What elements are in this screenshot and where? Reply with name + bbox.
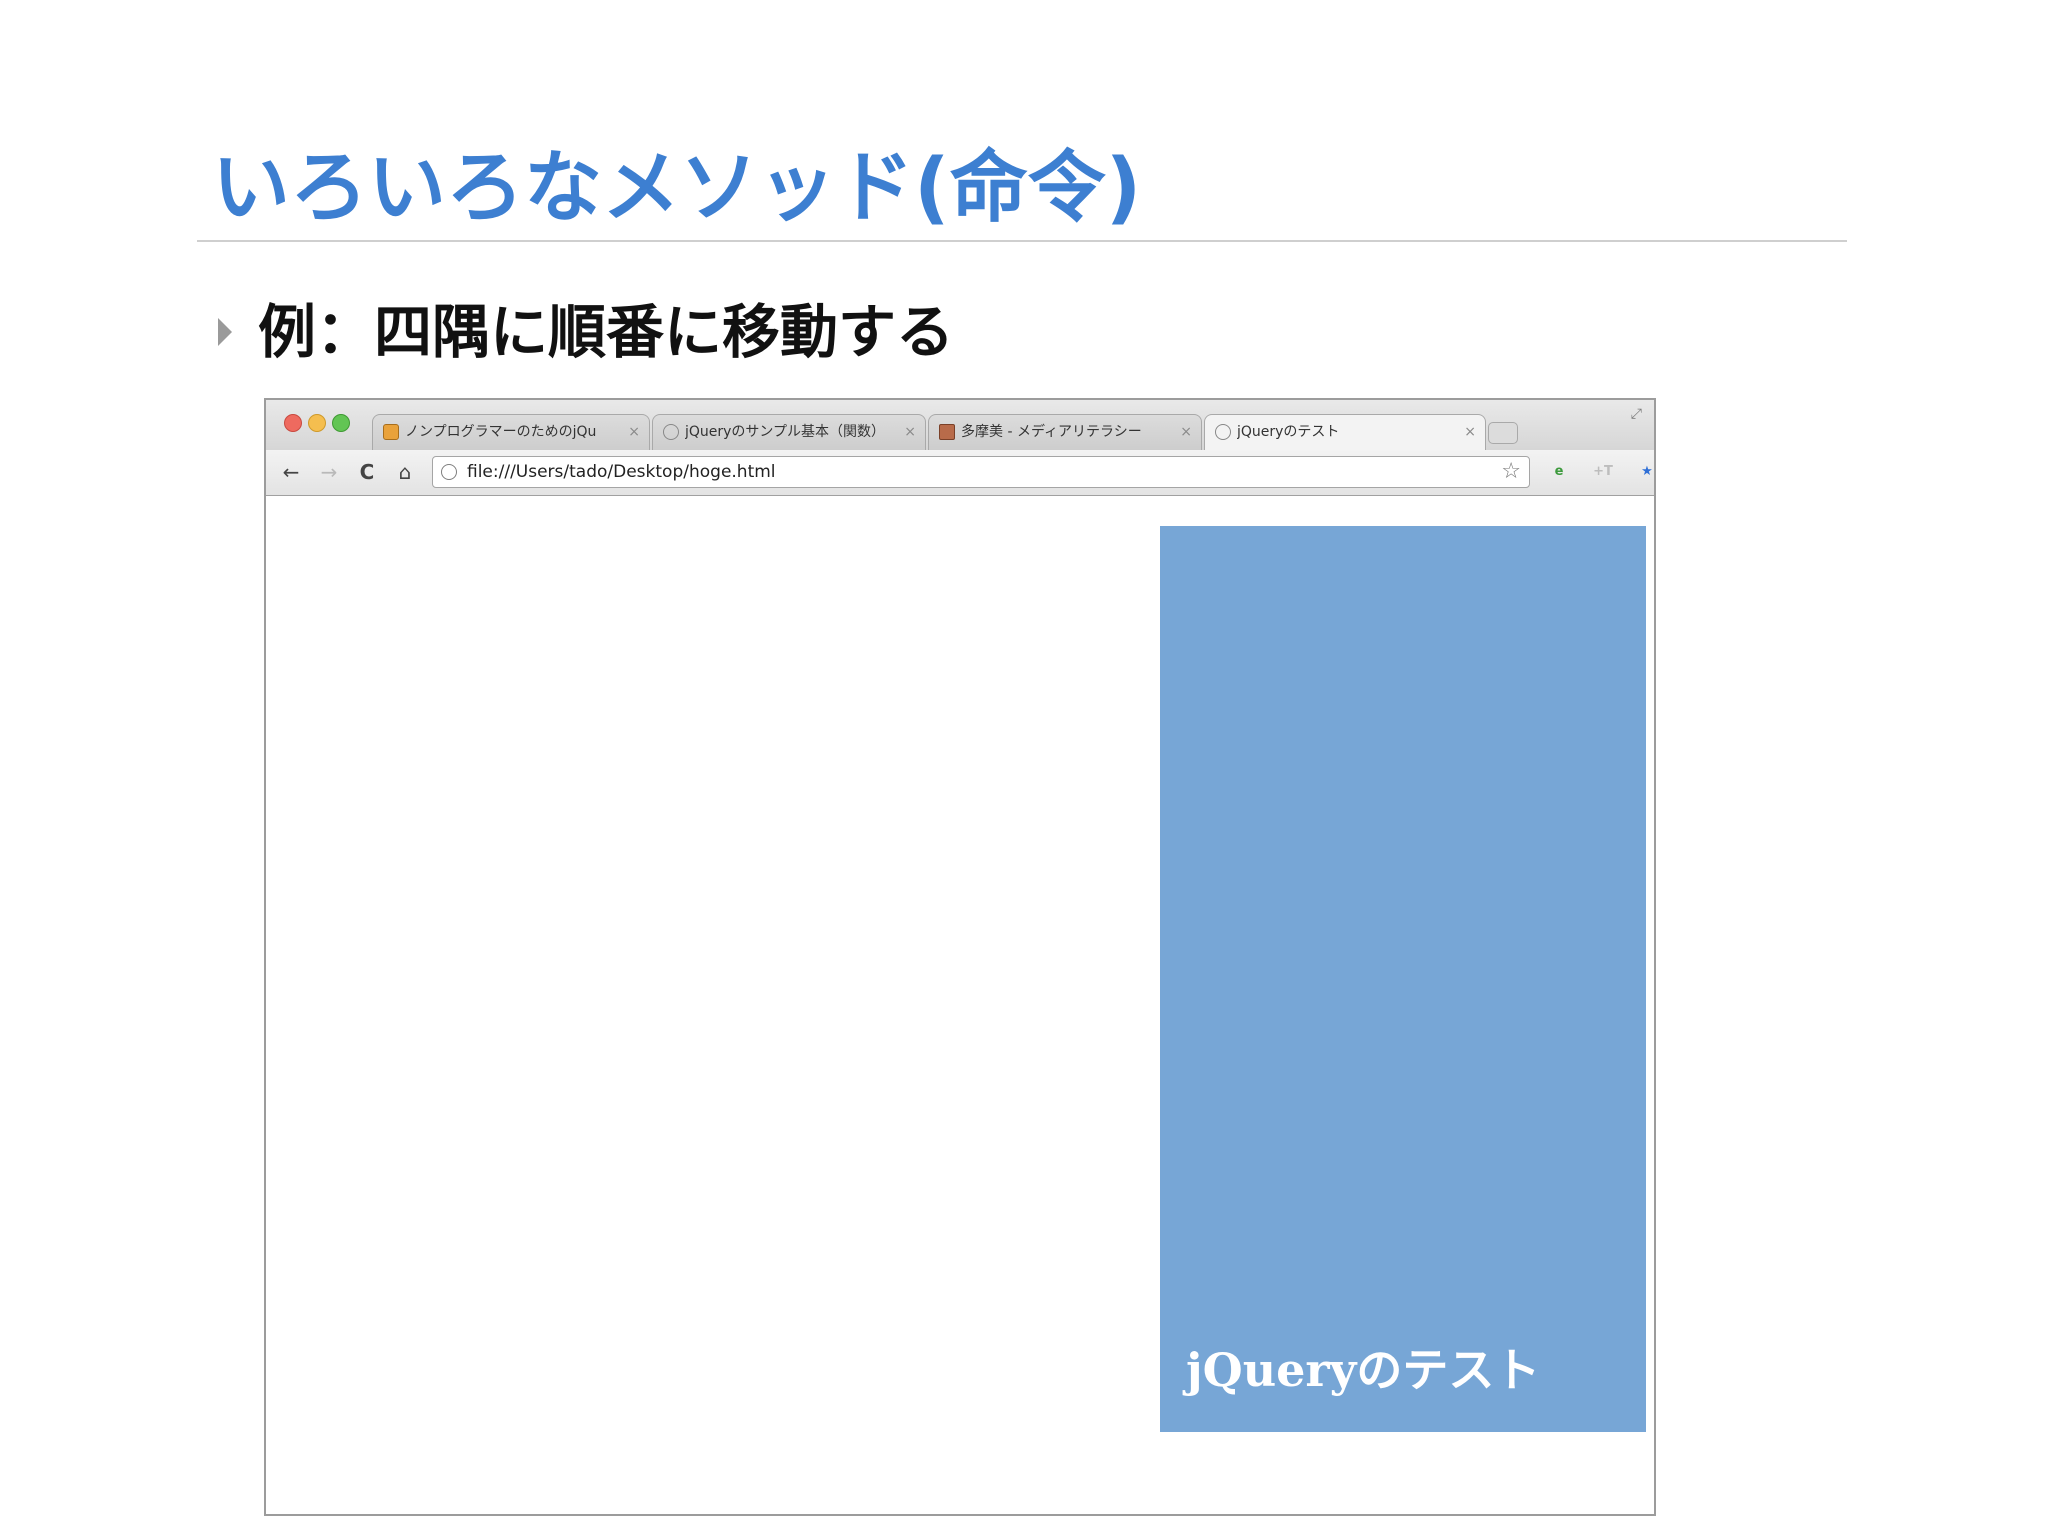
browser-tab[interactable]: jQueryのサンプル基本（関数） × (652, 414, 926, 450)
fullscreen-icon[interactable]: ⤢ (1631, 406, 1642, 422)
tab-title: ノンプログラマーのためのjQu (405, 424, 597, 440)
globe-icon (1215, 424, 1231, 440)
home-button[interactable]: ⌂ (392, 459, 418, 485)
bullet-arrow-icon (218, 318, 232, 346)
forward-button[interactable]: → (316, 459, 342, 485)
url-text[interactable]: file:///Users/tado/Desktop/hoge.html (467, 457, 776, 487)
window-minimize-icon[interactable] (308, 414, 326, 432)
page-content: jQueryのテスト (266, 496, 1654, 1514)
tab-close-icon[interactable]: × (1180, 415, 1192, 449)
browser-tab[interactable]: ノンプログラマーのためのjQu × (372, 414, 650, 450)
evernote-icon[interactable]: e (1548, 461, 1570, 483)
slide-title: いろいろなメソッド(命令) (212, 143, 1142, 233)
photo-icon (939, 424, 955, 440)
browser-window: ノンプログラマーのためのjQu × jQueryのサンプル基本（関数） × 多摩… (264, 398, 1656, 1516)
translate-icon[interactable]: +T (1592, 461, 1614, 483)
globe-icon (441, 464, 457, 480)
address-bar[interactable]: file:///Users/tado/Desktop/hoge.html ☆ (432, 456, 1530, 488)
tab-close-icon[interactable]: × (628, 415, 640, 449)
animated-box: jQueryのテスト (1160, 526, 1646, 1432)
browser-tab[interactable]: 多摩美 - メディアリテラシー × (928, 414, 1202, 450)
browser-tab-active[interactable]: jQueryのテスト × (1204, 414, 1486, 450)
tab-title: jQueryのサンプル基本（関数） (685, 424, 886, 440)
window-close-icon[interactable] (284, 414, 302, 432)
bookmark-star-icon[interactable]: ★ (1636, 461, 1654, 483)
reload-button[interactable]: C (354, 459, 380, 485)
new-tab-button[interactable] (1488, 422, 1518, 444)
tab-title: jQueryのテスト (1237, 424, 1340, 440)
title-divider (197, 240, 1847, 242)
globe-icon (663, 424, 679, 440)
box-label: jQueryのテスト (1186, 1343, 1541, 1397)
bullet-text: 例：四隅に順番に移動する (258, 298, 955, 366)
people-icon (383, 424, 399, 440)
browser-toolbar: ← → C ⌂ file:///Users/tado/Desktop/hoge.… (266, 450, 1654, 496)
window-zoom-icon[interactable] (332, 414, 350, 432)
tab-close-icon[interactable]: × (1464, 415, 1476, 449)
bookmark-star-icon[interactable]: ☆ (1501, 457, 1521, 487)
tab-title: 多摩美 - メディアリテラシー (961, 424, 1142, 440)
browser-titlebar: ノンプログラマーのためのjQu × jQueryのサンプル基本（関数） × 多摩… (266, 400, 1654, 450)
back-button[interactable]: ← (278, 459, 304, 485)
tab-close-icon[interactable]: × (904, 415, 916, 449)
